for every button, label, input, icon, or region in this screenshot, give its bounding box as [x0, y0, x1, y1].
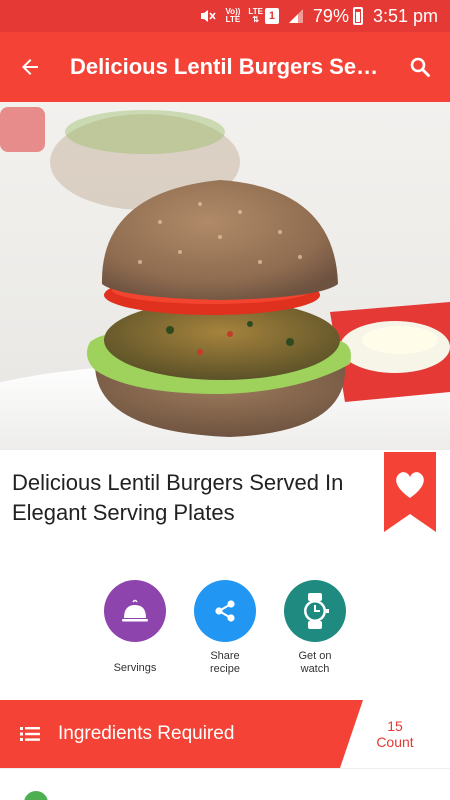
data-arrows-icon: ⇅	[252, 15, 260, 24]
favorite-button[interactable]	[384, 452, 436, 532]
search-icon	[410, 57, 430, 77]
volte-lte-label: LTE	[225, 15, 241, 24]
status-bar: Vo)) LTE LTE ⇅ 1 79% 3:51 pm	[0, 0, 450, 32]
recipe-title: Delicious Lentil Burgers Served In Elega…	[12, 470, 344, 525]
ingredients-label: Ingredients Required	[58, 723, 235, 744]
action-buttons: Servings Share recipe Get on watch	[0, 580, 450, 700]
servings-button[interactable]: Servings	[103, 580, 167, 700]
ingredients-count-value: 15	[387, 718, 403, 734]
volte-indicator: Vo)) LTE	[225, 8, 240, 24]
clock: 3:51 pm	[372, 5, 438, 26]
search-button[interactable]	[390, 32, 450, 102]
back-arrow-icon	[22, 59, 38, 75]
sim-slot-badge: 1	[264, 8, 279, 24]
signal-icon	[287, 7, 305, 25]
ingredient-check-icon	[24, 791, 48, 800]
watch-circle[interactable]	[284, 580, 346, 642]
ingredients-title: Ingredients Required	[20, 700, 234, 768]
app-bar-title: Delicious Lentil Burgers Served In Elega…	[70, 54, 390, 79]
get-on-watch-button[interactable]: Get on watch	[283, 580, 347, 700]
cloche-icon	[122, 599, 148, 622]
back-button[interactable]	[0, 32, 60, 102]
app-bar: Delicious Lentil Burgers Served In Elega…	[0, 32, 450, 102]
recipe-title-section: Delicious Lentil Burgers Served In Elega…	[0, 450, 450, 580]
lte-indicator: LTE ⇅	[248, 8, 263, 24]
battery-icon	[352, 7, 363, 25]
get-on-watch-label: Get on watch	[298, 650, 332, 675]
share-recipe-button[interactable]: Share recipe	[193, 580, 257, 700]
share-icon	[215, 600, 235, 622]
share-circle[interactable]	[194, 580, 256, 642]
ingredients-count: 15 Count	[360, 700, 430, 768]
ingredients-header[interactable]: Ingredients Required 15 Count	[0, 700, 450, 768]
servings-label: Servings	[113, 662, 157, 674]
ingredients-count-label: Count	[376, 734, 414, 750]
share-recipe-label: Share recipe	[210, 650, 240, 675]
recipe-hero-image	[0, 102, 450, 450]
watch-icon	[304, 593, 329, 629]
recipe-detail-screen: Vo)) LTE LTE ⇅ 1 79% 3:51 pm Delicious L…	[0, 0, 450, 800]
list-icon	[20, 727, 40, 741]
ingredient-list	[0, 768, 450, 800]
battery-percent: 79%	[312, 5, 349, 26]
mute-icon	[199, 7, 217, 25]
servings-circle[interactable]	[104, 580, 166, 642]
